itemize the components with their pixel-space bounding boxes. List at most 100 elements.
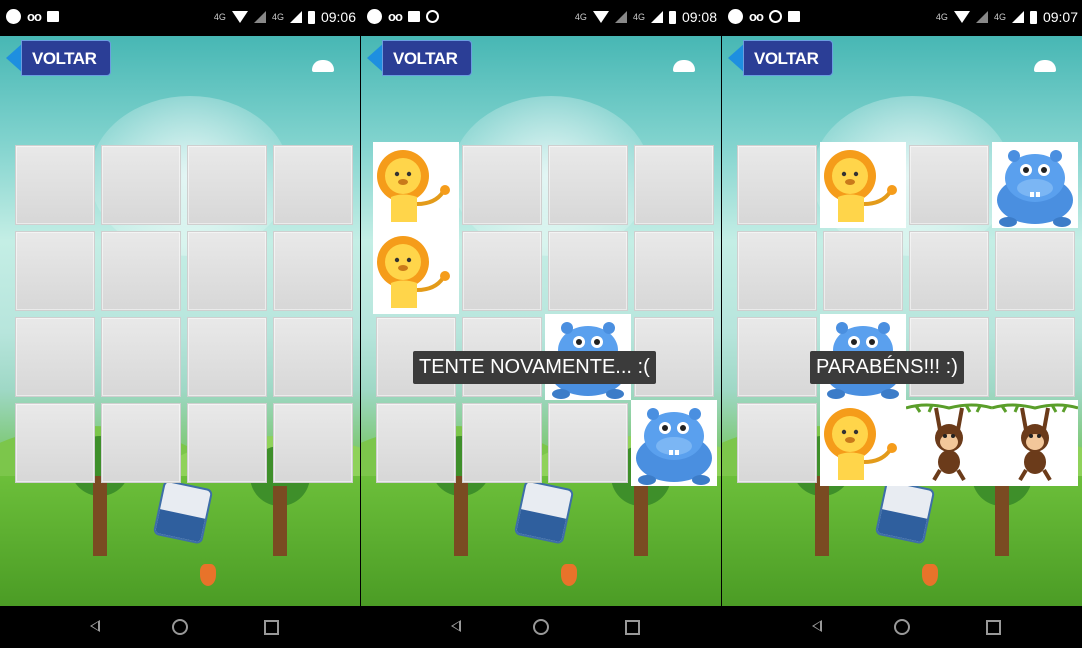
- back-button-label: VOLTAR: [21, 40, 112, 76]
- memory-card-hidden[interactable]: [737, 317, 817, 397]
- status-bar: oo 4G 4G 09:06: [0, 0, 360, 36]
- nav-recents-icon[interactable]: [986, 620, 1001, 635]
- memory-card-hidden[interactable]: [737, 231, 817, 311]
- monkey-icon: [992, 403, 1078, 486]
- wifi-icon: [592, 11, 609, 23]
- memory-card-hidden[interactable]: [737, 403, 817, 483]
- notification-dot-icon: [728, 9, 743, 24]
- android-nav-bar: [722, 606, 1082, 648]
- signal-icon-sim2: [614, 11, 627, 23]
- wifi-icon: [953, 11, 970, 23]
- memory-card-hidden[interactable]: [548, 403, 628, 483]
- memory-card-hidden[interactable]: [15, 145, 95, 225]
- memory-card-hidden[interactable]: [634, 231, 714, 311]
- memory-card-hidden[interactable]: [15, 317, 95, 397]
- phone-screen: oo 4G 4G 09:08 VOLTAR TENTE NOVAMENTE...…: [361, 0, 721, 648]
- signal-icon-sim2: [253, 11, 266, 23]
- memory-card-hidden[interactable]: [187, 231, 267, 311]
- memory-card-hidden[interactable]: [273, 231, 353, 311]
- memory-card-hidden[interactable]: [273, 403, 353, 483]
- nav-back-icon[interactable]: [451, 620, 461, 632]
- back-button-label: VOLTAR: [743, 40, 834, 76]
- memory-card-hidden[interactable]: [909, 145, 989, 225]
- memory-card-hidden[interactable]: [15, 231, 95, 311]
- memory-card-hippo[interactable]: [631, 400, 717, 486]
- memory-card-hidden[interactable]: [995, 317, 1075, 397]
- clock: 09:06: [320, 9, 356, 25]
- memory-card-hidden[interactable]: [15, 403, 95, 483]
- memory-card-lion[interactable]: [373, 142, 459, 228]
- lion-icon: [820, 150, 906, 228]
- memory-card-hidden[interactable]: [187, 403, 267, 483]
- cloud-icon: [1034, 60, 1056, 72]
- back-button[interactable]: VOLTAR: [367, 40, 473, 76]
- memory-card-hidden[interactable]: [187, 317, 267, 397]
- hippo-icon: [631, 408, 717, 486]
- memory-card-hippo[interactable]: [992, 142, 1078, 228]
- memory-card-hidden[interactable]: [462, 145, 542, 225]
- memory-card-hidden[interactable]: [376, 403, 456, 483]
- memory-card-monkey[interactable]: [906, 400, 992, 486]
- memory-card-monkey[interactable]: [992, 400, 1078, 486]
- nav-home-icon[interactable]: [172, 619, 188, 635]
- back-button[interactable]: VOLTAR: [728, 40, 834, 76]
- whatsapp-icon: [768, 10, 782, 23]
- memory-card-hidden[interactable]: [634, 145, 714, 225]
- toast-message: TENTE NOVAMENTE... :(: [413, 351, 656, 384]
- back-button[interactable]: VOLTAR: [6, 40, 112, 76]
- wifi-icon: [231, 11, 248, 23]
- clock: 09:08: [681, 9, 717, 25]
- voicemail-icon: oo: [388, 9, 403, 24]
- nav-recents-icon[interactable]: [625, 620, 640, 635]
- memory-card-lion[interactable]: [820, 142, 906, 228]
- status-bar: oo 4G 4G 09:08: [361, 0, 721, 36]
- android-nav-bar: [361, 606, 721, 648]
- memory-card-lion[interactable]: [373, 228, 459, 314]
- network-type: 4G: [213, 12, 226, 22]
- memory-card-hidden[interactable]: [101, 145, 181, 225]
- memory-card-hidden[interactable]: [187, 145, 267, 225]
- butterfly-icon: [922, 564, 938, 586]
- memory-card-hidden[interactable]: [548, 145, 628, 225]
- image-notification-icon: [407, 11, 420, 22]
- cloud-icon: [312, 60, 334, 72]
- memory-card-hidden[interactable]: [462, 403, 542, 483]
- memory-card-hidden[interactable]: [273, 145, 353, 225]
- memory-card-hidden[interactable]: [101, 403, 181, 483]
- memory-card-hidden[interactable]: [909, 231, 989, 311]
- monkey-icon: [906, 403, 992, 486]
- nav-back-icon[interactable]: [90, 620, 100, 632]
- notification-dot-icon: [367, 9, 382, 24]
- nav-home-icon[interactable]: [533, 619, 549, 635]
- phone-screen: oo 4G 4G 09:07 VOLTAR PARABÉNS!!!:): [722, 0, 1082, 648]
- nav-recents-icon[interactable]: [264, 620, 279, 635]
- memory-card-hidden[interactable]: [101, 317, 181, 397]
- memory-card-hidden[interactable]: [548, 231, 628, 311]
- nav-back-icon[interactable]: [812, 620, 822, 632]
- memory-card-hidden[interactable]: [995, 231, 1075, 311]
- game-background: VOLTAR: [722, 36, 1082, 606]
- image-notification-icon: [787, 11, 800, 22]
- memory-card-hidden[interactable]: [823, 231, 903, 311]
- memory-card-hidden[interactable]: [462, 231, 542, 311]
- memory-card-hidden[interactable]: [737, 145, 817, 225]
- signal-icon: [289, 11, 302, 23]
- network-type-2: 4G: [271, 12, 284, 22]
- battery-icon: [307, 10, 315, 24]
- game-background: VOLTAR: [0, 36, 360, 606]
- hippo-icon: [820, 322, 906, 400]
- memory-card-hidden[interactable]: [101, 231, 181, 311]
- notification-dot-icon: [6, 9, 21, 24]
- battery-icon: [1029, 10, 1037, 24]
- memory-grid: [12, 142, 356, 486]
- image-notification-icon: [46, 11, 59, 22]
- cloud-icon: [673, 60, 695, 72]
- memory-card-lion[interactable]: [820, 400, 906, 486]
- network-type: 4G: [935, 12, 948, 22]
- butterfly-icon: [561, 564, 577, 586]
- status-bar: oo 4G 4G 09:07: [722, 0, 1082, 36]
- nav-home-icon[interactable]: [894, 619, 910, 635]
- network-type-2: 4G: [632, 12, 645, 22]
- memory-grid: [734, 142, 1078, 486]
- memory-card-hidden[interactable]: [273, 317, 353, 397]
